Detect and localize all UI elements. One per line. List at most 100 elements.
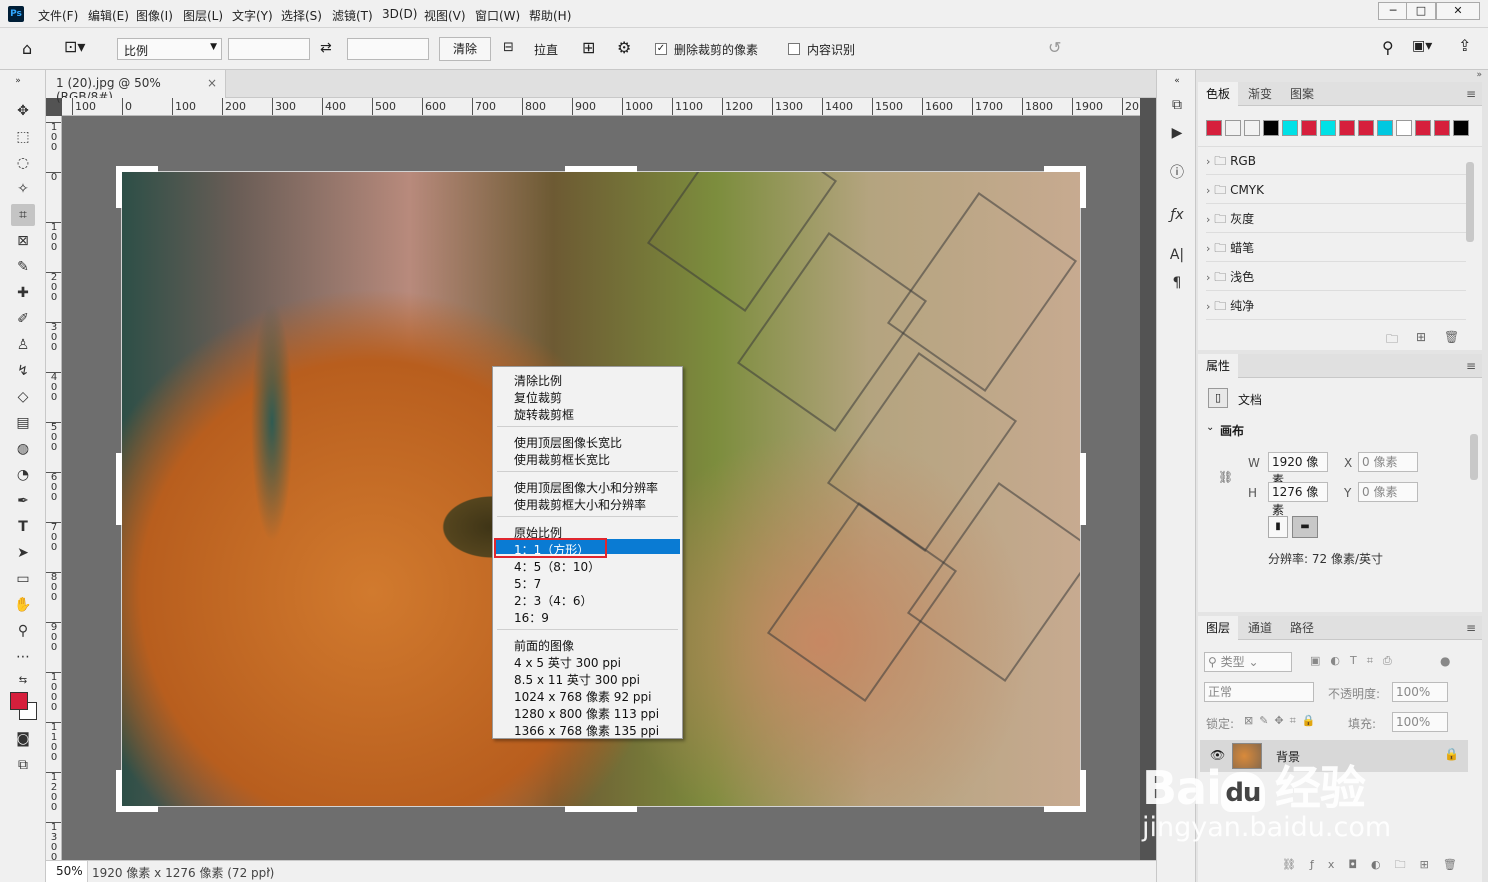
menu-filter[interactable]: 滤镜(T): [332, 7, 373, 24]
width-input[interactable]: [228, 38, 310, 60]
crop-handle-bottom-left[interactable]: [116, 806, 158, 812]
actions-play-icon[interactable]: ▶: [1166, 122, 1188, 144]
menu-rotate-crop[interactable]: 旋转裁剪框: [514, 406, 574, 423]
close-tab-icon[interactable]: ×: [207, 76, 217, 90]
home-icon[interactable]: ⌂: [22, 39, 32, 58]
swatch-group-pastel[interactable]: › 🗀 蜡笔: [1206, 234, 1466, 262]
eyedropper-tool-icon[interactable]: ✎: [11, 256, 35, 278]
gradient-tool-icon[interactable]: ▤: [11, 412, 35, 434]
color-swatch[interactable]: [1206, 120, 1222, 136]
tab-gradients[interactable]: 渐变: [1240, 82, 1280, 106]
menu-clear-ratio[interactable]: 清除比例: [514, 372, 562, 389]
menu-front-image[interactable]: 前面的图像: [514, 637, 574, 654]
layer-filter-icons[interactable]: ▣◐T⌗⎙: [1310, 654, 1402, 668]
straighten-icon[interactable]: ⊟: [503, 40, 514, 55]
color-swatch[interactable]: [1244, 120, 1260, 136]
move-tool-icon[interactable]: ✥: [11, 100, 35, 122]
canvas-y-field[interactable]: 0 像素: [1358, 482, 1418, 502]
color-swatch[interactable]: [1415, 120, 1431, 136]
link-icon[interactable]: ⛓: [1218, 470, 1233, 484]
collapse-icon[interactable]: »: [1476, 70, 1482, 80]
zoom-tool-icon[interactable]: ⚲: [11, 620, 35, 642]
crop-handle-top-left[interactable]: [116, 166, 158, 172]
eraser-tool-icon[interactable]: ◇: [11, 386, 35, 408]
crop-handle-bottom-left[interactable]: [116, 770, 122, 812]
info-arrow-icon[interactable]: ›: [266, 863, 271, 877]
menu-image[interactable]: 图像(I): [136, 7, 173, 24]
menu-preset-4x5[interactable]: 4 x 5 英寸 300 ppi: [514, 654, 621, 671]
paragraph-panel-icon[interactable]: ¶: [1166, 272, 1188, 294]
swatch-group-light[interactable]: › 🗀 浅色: [1206, 263, 1466, 291]
menu-preset-1280[interactable]: 1280 x 800 像素 113 ppi: [514, 705, 659, 722]
workspace-icon[interactable]: ▣▾: [1412, 38, 1432, 54]
gear-icon[interactable]: ⚙: [617, 38, 631, 57]
more-tools-icon[interactable]: ⋯: [11, 646, 35, 668]
swap-colors-icon[interactable]: ⇆: [11, 670, 35, 692]
screen-mode-icon[interactable]: ⧉: [11, 754, 35, 776]
info-panel-icon[interactable]: ⓘ: [1166, 162, 1188, 184]
pen-tool-icon[interactable]: ✒: [11, 490, 35, 512]
menu-edit[interactable]: 编辑(E): [88, 7, 129, 24]
menu-type[interactable]: 文字(Y): [232, 7, 273, 24]
tab-patterns[interactable]: 图案: [1282, 82, 1322, 106]
crop-preset-icon[interactable]: ⊡▾: [64, 37, 85, 56]
blur-tool-icon[interactable]: ◍: [11, 438, 35, 460]
tab-channels[interactable]: 通道: [1240, 616, 1280, 640]
swatch-group-gray[interactable]: › 🗀 灰度: [1206, 205, 1466, 233]
menu-window[interactable]: 窗口(W): [475, 7, 520, 24]
color-swatch[interactable]: [1434, 120, 1450, 136]
filter-toggle-icon[interactable]: ●: [1440, 654, 1450, 668]
share-icon[interactable]: ⇪: [1458, 36, 1471, 55]
color-swatch[interactable]: [1282, 120, 1298, 136]
menu-front-aspect[interactable]: 使用顶层图像长宽比: [514, 434, 622, 451]
canvas-width-field[interactable]: 1920 像素: [1268, 452, 1328, 487]
color-swatch[interactable]: [1396, 120, 1412, 136]
menu-crop-size-res[interactable]: 使用裁剪框大小和分辨率: [514, 496, 646, 513]
panel-menu-icon[interactable]: ≡: [1466, 87, 1476, 101]
quick-mask-icon[interactable]: ◙: [11, 728, 35, 750]
tab-swatches[interactable]: 色板: [1198, 82, 1239, 106]
menu-reset-crop[interactable]: 复位裁剪: [514, 389, 562, 406]
dodge-tool-icon[interactable]: ◔: [11, 464, 35, 486]
tab-paths[interactable]: 路径: [1282, 616, 1322, 640]
color-swatch[interactable]: [1358, 120, 1374, 136]
blend-mode-select[interactable]: 正常: [1204, 682, 1314, 702]
menu-preset-1024[interactable]: 1024 x 768 像素 92 ppi: [514, 688, 651, 705]
menu-preset-1366[interactable]: 1366 x 768 像素 135 ppi: [514, 722, 659, 739]
lock-icons[interactable]: ⊠✎✥⌗🔒: [1244, 714, 1322, 728]
marquee-tool-icon[interactable]: ⬚: [11, 126, 35, 148]
menu-help[interactable]: 帮助(H): [529, 7, 571, 24]
tab-layers[interactable]: 图层: [1198, 616, 1239, 640]
lasso-tool-icon[interactable]: ◌: [11, 152, 35, 174]
new-swatch-icon[interactable]: ⊞: [1416, 330, 1426, 344]
overlay-grid-icon[interactable]: ⊞: [582, 38, 595, 57]
landscape-orientation-icon[interactable]: ▬: [1292, 516, 1318, 538]
menu-ratio-16-9[interactable]: 16：9: [514, 609, 549, 626]
content-aware-checkbox[interactable]: [788, 43, 800, 55]
panel-menu-icon[interactable]: ≡: [1466, 621, 1476, 635]
chevron-down-icon[interactable]: ⌄: [1206, 422, 1214, 433]
crop-handle-right[interactable]: [1080, 453, 1086, 525]
color-swatch[interactable]: [1377, 120, 1393, 136]
zoom-level[interactable]: 50%: [46, 861, 88, 882]
scrollbar-thumb[interactable]: [1470, 434, 1478, 480]
crop-handle-top-left[interactable]: [116, 166, 122, 208]
delete-cropped-checkbox[interactable]: ✓: [655, 43, 667, 55]
tab-properties[interactable]: 属性: [1198, 354, 1239, 378]
foreground-color-swatch[interactable]: [10, 692, 28, 710]
folder-icon[interactable]: 🗀: [1386, 330, 1398, 351]
crop-tool-icon[interactable]: ⌗: [11, 204, 35, 226]
crop-handle-top-right[interactable]: [1080, 166, 1086, 208]
layer-bottom-icons[interactable]: ⛓ƒx◘◐🗀⊞🗑: [1282, 856, 1471, 875]
canvas-x-field[interactable]: 0 像素: [1358, 452, 1418, 472]
menu-view[interactable]: 视图(V): [424, 7, 466, 24]
minimize-button[interactable]: ─: [1378, 2, 1408, 20]
character-panel-icon[interactable]: A|: [1166, 244, 1188, 266]
height-input[interactable]: [347, 38, 429, 60]
maximize-button[interactable]: □: [1406, 2, 1436, 20]
trash-icon[interactable]: 🗑: [1444, 330, 1459, 344]
menu-select[interactable]: 选择(S): [281, 7, 322, 24]
collapse-icon[interactable]: »: [6, 70, 30, 92]
color-swatch[interactable]: [1320, 120, 1336, 136]
color-swatch[interactable]: [1339, 120, 1355, 136]
